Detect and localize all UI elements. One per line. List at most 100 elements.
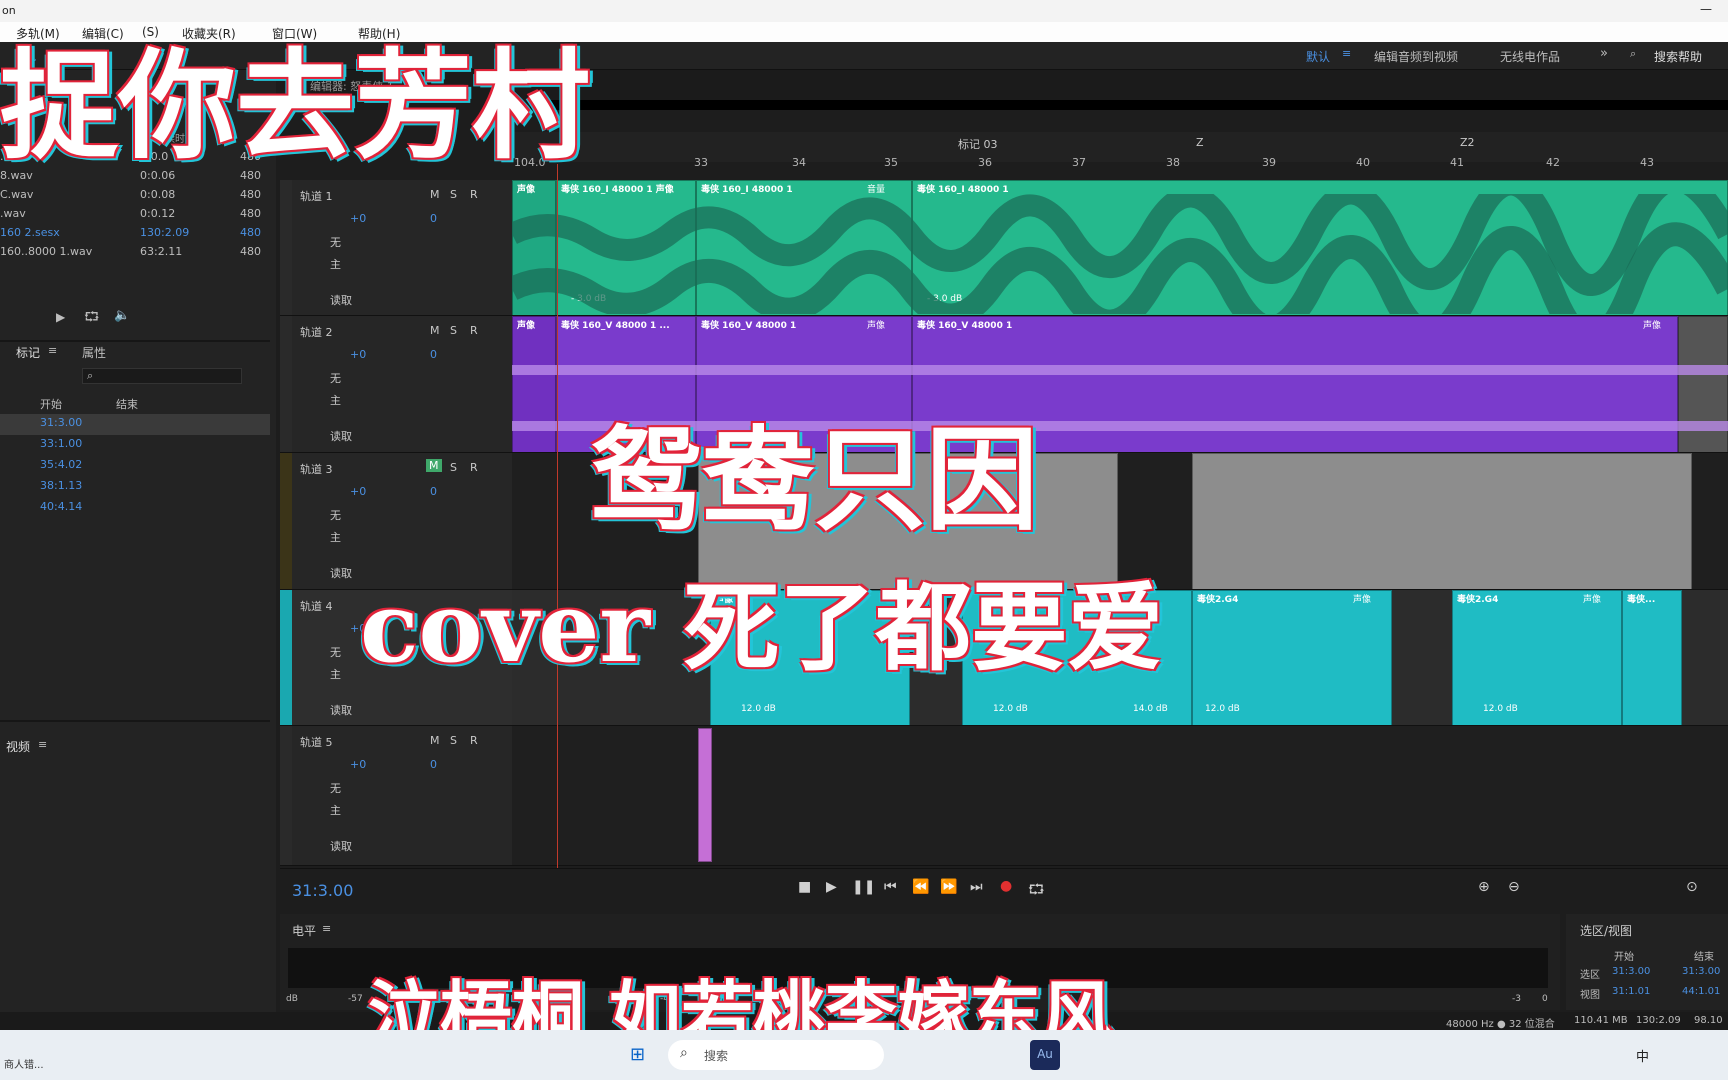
- mute-button[interactable]: M: [430, 324, 440, 337]
- mute-button[interactable]: M: [430, 188, 440, 201]
- sel-end-value[interactable]: 31:3.00: [1682, 966, 1720, 977]
- track-header[interactable]: 轨道 5 M S R +0 0 无 主 读取: [280, 726, 512, 866]
- sel-start-value[interactable]: 31:3.00: [1612, 966, 1650, 977]
- pan-value[interactable]: 0: [430, 485, 437, 498]
- table-row[interactable]: 31:3.00: [0, 414, 270, 435]
- more-workspaces-icon[interactable]: »: [1600, 46, 1608, 61]
- output-select[interactable]: 主: [330, 392, 341, 408]
- pan-value[interactable]: 0: [430, 348, 437, 361]
- panel-menu-icon[interactable]: ≡: [38, 738, 47, 751]
- record-button[interactable]: R: [470, 324, 478, 337]
- windows-start-icon[interactable]: ⊞: [630, 1044, 645, 1065]
- workspace-edit-video[interactable]: 编辑音频到视频: [1374, 48, 1458, 65]
- automation-mode-select[interactable]: 读取: [330, 292, 352, 308]
- volume-value[interactable]: +0: [350, 758, 366, 771]
- list-item[interactable]: .wav 0:0.12 480: [0, 207, 270, 226]
- pause-icon[interactable]: ❚❚: [852, 879, 875, 895]
- minimize-button[interactable]: —: [1700, 2, 1712, 16]
- table-row[interactable]: 35:4.02: [0, 456, 270, 477]
- playhead[interactable]: [557, 164, 558, 868]
- list-item[interactable]: 160..8000 1.wav 63:2.11 480: [0, 245, 270, 264]
- skip-forward-icon[interactable]: ⏭: [970, 879, 983, 895]
- loop-icon[interactable]: ⮔: [84, 308, 99, 330]
- play-icon[interactable]: ▶: [56, 310, 65, 324]
- record-button[interactable]: R: [470, 461, 478, 474]
- zoom-full-icon[interactable]: ⊙: [1686, 879, 1698, 895]
- output-select[interactable]: 主: [330, 802, 341, 818]
- pan-value[interactable]: 0: [430, 212, 437, 225]
- marker-label[interactable]: Z2: [1460, 136, 1475, 149]
- taskbar-search[interactable]: ⌕ 搜索: [668, 1040, 884, 1070]
- tab-properties[interactable]: 属性: [82, 344, 106, 361]
- track-name[interactable]: 轨道 3: [300, 461, 333, 477]
- volume-value[interactable]: +0: [350, 348, 366, 361]
- loop-icon[interactable]: ⮔: [1028, 879, 1045, 903]
- audio-clip[interactable]: [698, 728, 712, 862]
- overview-bar[interactable]: [530, 100, 1728, 110]
- automation-mode-select[interactable]: 读取: [330, 428, 352, 444]
- track-name[interactable]: 轨道 1: [300, 188, 333, 204]
- audio-clip[interactable]: [1192, 453, 1692, 589]
- automation-mode-select[interactable]: 读取: [330, 565, 352, 581]
- solo-button[interactable]: S: [450, 461, 457, 474]
- audition-app-icon[interactable]: Au: [1030, 1040, 1060, 1070]
- col-end-header[interactable]: 结束: [116, 396, 138, 412]
- marker-label[interactable]: 标记 03: [958, 136, 998, 152]
- speaker-icon[interactable]: 🔈: [114, 308, 130, 323]
- list-item[interactable]: 160 2.sesx 130:2.09 480: [0, 226, 270, 245]
- tab-markers[interactable]: 标记: [16, 344, 40, 361]
- panel-menu-icon[interactable]: ≡: [322, 922, 331, 935]
- volume-value[interactable]: +0: [350, 212, 366, 225]
- audio-clip[interactable]: 毒侠2.G4 声像 12.0 dB: [1452, 590, 1622, 725]
- solo-button[interactable]: S: [450, 324, 457, 337]
- input-select[interactable]: 无: [330, 507, 341, 523]
- automation-mode-select[interactable]: 读取: [330, 702, 352, 718]
- audio-clip[interactable]: 毒侠2.G4 声像 12.0 dB: [1192, 590, 1392, 725]
- play-icon[interactable]: ▶: [826, 879, 837, 895]
- automation-mode-select[interactable]: 读取: [330, 838, 352, 854]
- ime-indicator[interactable]: 中: [1636, 1046, 1649, 1065]
- workspace-default[interactable]: 默认: [1306, 48, 1330, 65]
- output-select[interactable]: 主: [330, 256, 341, 272]
- mute-button[interactable]: M: [426, 459, 442, 472]
- track-name[interactable]: 轨道 5: [300, 734, 333, 750]
- rewind-icon[interactable]: ⏪: [912, 879, 929, 895]
- view-start-value[interactable]: 31:1.01: [1612, 986, 1650, 997]
- current-time[interactable]: 31:3.00: [292, 881, 353, 900]
- record-button[interactable]: R: [470, 188, 478, 201]
- solo-button[interactable]: S: [450, 734, 457, 747]
- table-row[interactable]: 33:1.00: [0, 435, 270, 456]
- fast-forward-icon[interactable]: ⏩: [940, 879, 957, 895]
- panel-menu-icon[interactable]: ≡: [48, 344, 57, 357]
- input-select[interactable]: 无: [330, 780, 341, 796]
- table-row[interactable]: 40:4.14: [0, 498, 270, 519]
- track-name[interactable]: 轨道 2: [300, 324, 333, 340]
- track-lane[interactable]: 声像 毒侠 160_I 48000 1 声像 - 3.0 dB 毒侠 160_I …: [512, 180, 1728, 316]
- col-start-header[interactable]: 开始: [40, 396, 62, 412]
- track-header[interactable]: 轨道 1 M S R +0 0 无 主 读取: [280, 180, 512, 316]
- marker-label[interactable]: Z: [1196, 136, 1204, 149]
- record-icon[interactable]: ●: [1000, 878, 1012, 894]
- pan-value[interactable]: 0: [430, 758, 437, 771]
- workspace-menu-icon[interactable]: ≡: [1342, 47, 1351, 60]
- volume-value[interactable]: +0: [350, 485, 366, 498]
- input-select[interactable]: 无: [330, 644, 341, 660]
- track-lane[interactable]: [512, 726, 1728, 866]
- input-select[interactable]: 无: [330, 370, 341, 386]
- marker-search-input[interactable]: ⌕: [82, 368, 242, 384]
- zoom-in-icon[interactable]: ⊕: [1478, 879, 1490, 895]
- audio-clip[interactable]: 毒侠...: [1622, 590, 1682, 725]
- solo-button[interactable]: S: [450, 188, 457, 201]
- input-select[interactable]: 无: [330, 234, 341, 250]
- mute-button[interactable]: M: [430, 734, 440, 747]
- skip-back-icon[interactable]: ⏮: [884, 879, 897, 895]
- track-header[interactable]: 轨道 2 M S R +0 0 无 主 读取: [280, 316, 512, 453]
- table-row[interactable]: 38:1.13: [0, 477, 270, 498]
- search-help-input[interactable]: 搜索帮助: [1654, 48, 1702, 65]
- workspace-radio[interactable]: 无线电作品: [1500, 48, 1560, 65]
- zoom-out-icon[interactable]: ⊖: [1508, 879, 1520, 895]
- view-end-value[interactable]: 44:1.01: [1682, 986, 1720, 997]
- output-select[interactable]: 主: [330, 666, 341, 682]
- record-button[interactable]: R: [470, 734, 478, 747]
- stop-icon[interactable]: ■: [798, 879, 811, 895]
